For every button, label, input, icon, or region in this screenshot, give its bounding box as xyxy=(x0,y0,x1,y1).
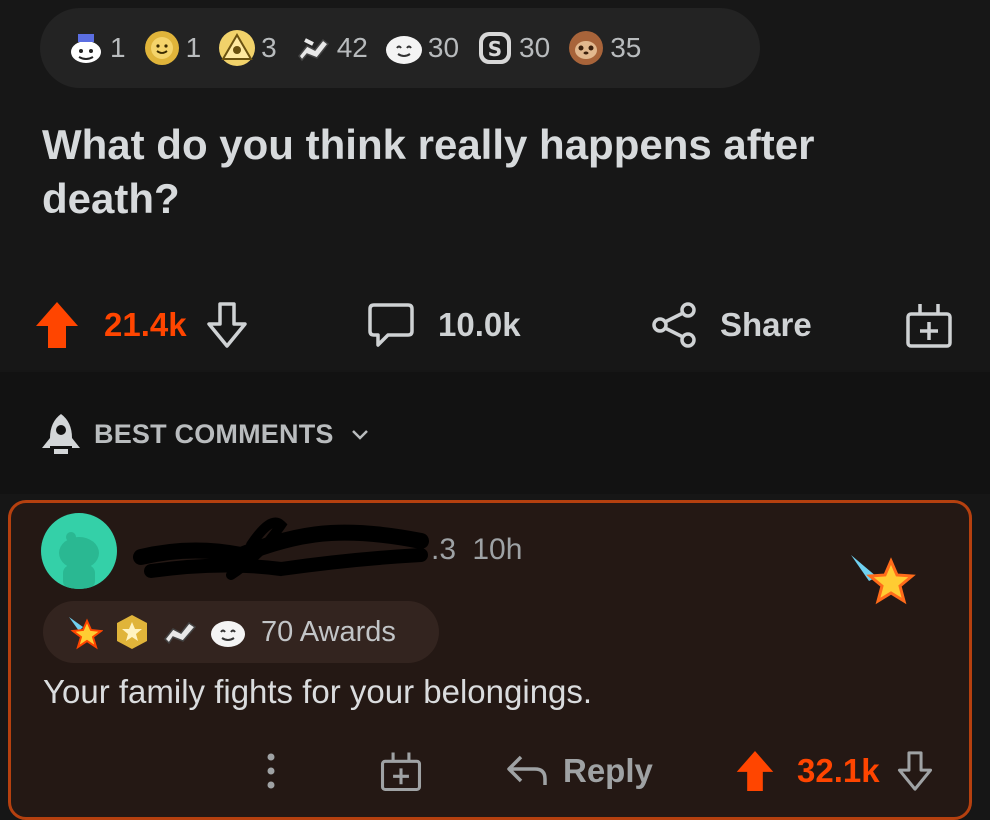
avatar[interactable] xyxy=(41,513,117,589)
post-upvote-group: 21.4k xyxy=(34,290,249,360)
comment-awards-bar[interactable]: 70 Awards xyxy=(43,601,439,663)
comment-bubble-icon xyxy=(368,303,414,347)
share-label: Share xyxy=(720,306,812,343)
chevron-down-icon xyxy=(351,430,368,440)
award-count: 35 xyxy=(610,32,642,63)
comment-actions-bar: Reply 32.1k xyxy=(11,741,975,801)
reply-arrow-icon xyxy=(507,755,547,785)
award-count: 30 xyxy=(519,32,551,63)
award-item[interactable]: 35 xyxy=(566,28,641,68)
downvote-arrow-icon[interactable] xyxy=(205,300,249,350)
comment-vote-group: 32.1k xyxy=(735,741,934,801)
sort-label: BEST COMMENTS xyxy=(94,418,334,449)
svg-text:S: S xyxy=(488,37,502,61)
handshake-award-icon xyxy=(163,621,197,645)
award-count: 3 xyxy=(261,32,277,63)
more-vertical-icon xyxy=(267,753,275,789)
rocket-icon xyxy=(42,414,80,454)
wholesome-award-icon xyxy=(211,621,245,647)
share-button[interactable]: Share xyxy=(650,290,812,360)
post-comment-count: 10.0k xyxy=(438,306,521,343)
more-options-button[interactable] xyxy=(263,741,279,801)
comment-time: 10h xyxy=(472,533,523,566)
gift-award-icon xyxy=(906,304,952,348)
snoo-avatar-icon xyxy=(59,532,99,589)
starstruck-award-icon xyxy=(69,617,103,650)
handshake-award-icon xyxy=(297,38,329,62)
give-award-button[interactable] xyxy=(379,741,423,801)
post-upvote-count: 21.4k xyxy=(104,306,187,343)
award-count: 1 xyxy=(185,32,202,63)
upvote-arrow-icon[interactable] xyxy=(735,749,775,793)
mascot-award-icon xyxy=(71,34,101,63)
award-item[interactable]: S 30 xyxy=(475,28,550,68)
awards-count-label: 70 Awards xyxy=(261,615,396,648)
downvote-arrow-icon[interactable] xyxy=(896,749,934,793)
share-icon xyxy=(652,302,696,348)
award-count: 30 xyxy=(427,32,460,63)
post-title[interactable]: What do you think really happens after d… xyxy=(42,118,902,226)
redaction-scribble xyxy=(133,517,429,580)
comment-upvote-count: 32.1k xyxy=(797,752,880,789)
gold-star-award-icon xyxy=(117,615,147,649)
pyramid-award-icon xyxy=(219,30,256,66)
post-awards-bar[interactable]: 1 1 3 42 30 S 30 35 xyxy=(40,8,760,88)
award-item[interactable]: 42 xyxy=(293,28,368,68)
post-actions-bar: 21.4k 10.0k Share xyxy=(0,290,990,360)
sloth-award-icon xyxy=(569,31,604,65)
sort-dropdown[interactable]: BEST COMMENTS xyxy=(40,412,372,456)
award-item[interactable]: 1 xyxy=(142,28,202,68)
wholesome-award-icon xyxy=(385,36,422,64)
top-comment-star-icon xyxy=(851,555,916,605)
gift-award-icon xyxy=(380,752,422,792)
comment-sort-bar: BEST COMMENTS xyxy=(0,372,990,494)
reply-button[interactable]: Reply xyxy=(505,741,653,801)
sun-award-icon xyxy=(144,31,179,65)
award-item[interactable]: 30 xyxy=(384,28,459,68)
comment-card: .3 10h 70 Awards Your family fights for … xyxy=(8,500,972,820)
post-card: 1 1 3 42 30 S 30 35 What do you think re… xyxy=(0,0,990,370)
award-item[interactable]: 1 xyxy=(66,28,126,68)
reply-label: Reply xyxy=(563,752,653,789)
post-comments-button[interactable]: 10.0k xyxy=(366,290,521,360)
give-award-button[interactable] xyxy=(904,290,954,360)
username-tail: .3 xyxy=(431,533,457,566)
award-count: 42 xyxy=(336,32,368,63)
silver-award-icon: S xyxy=(479,32,512,64)
comment-body: Your family fights for your belongings. xyxy=(43,673,593,710)
upvote-arrow-icon[interactable] xyxy=(34,300,80,350)
award-count: 1 xyxy=(110,32,126,63)
award-item[interactable]: 3 xyxy=(217,28,277,68)
